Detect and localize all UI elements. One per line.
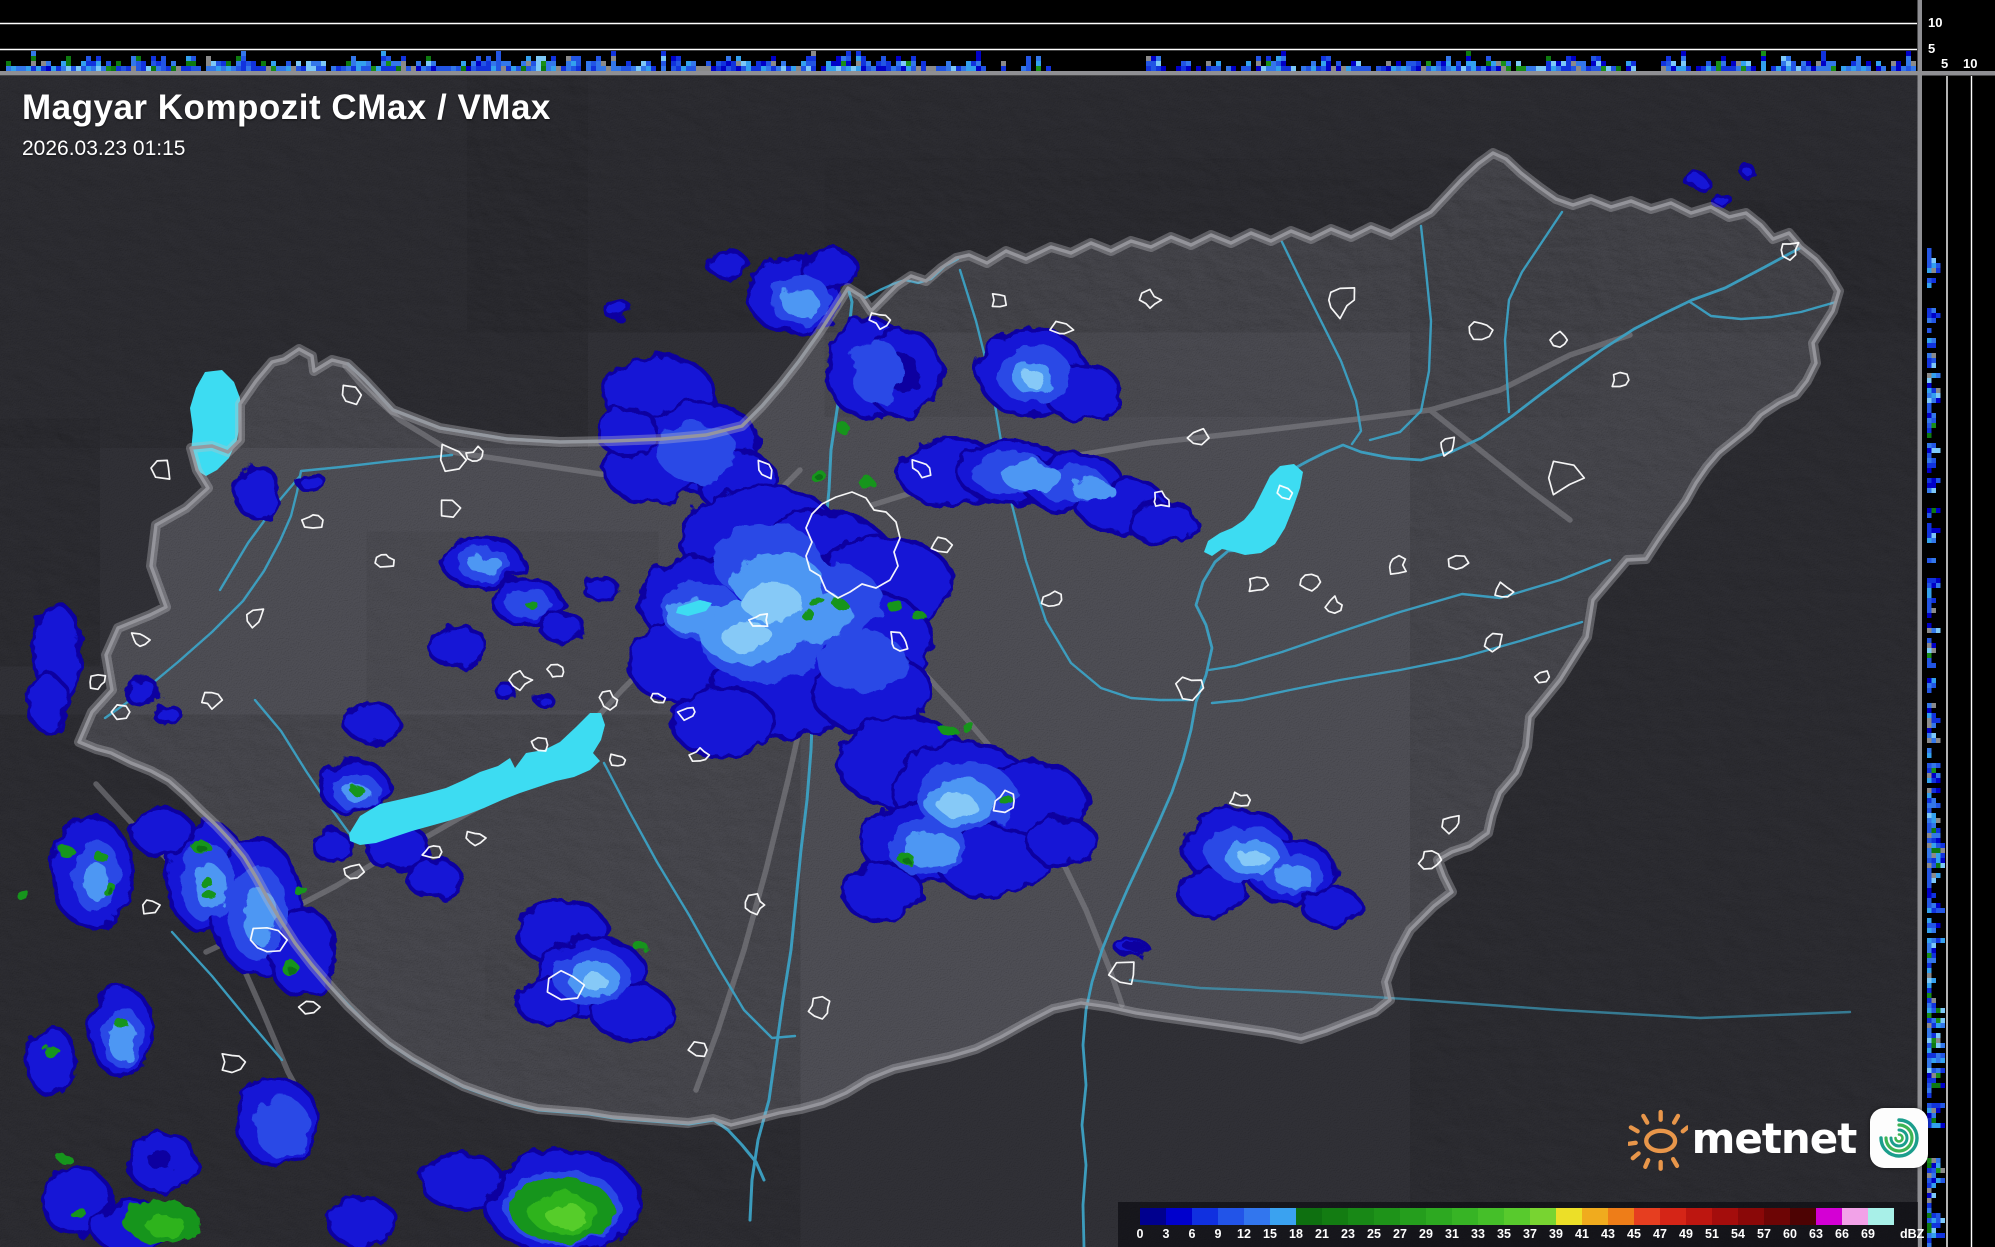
legend-cell [1608, 1208, 1634, 1225]
top-strip-separator [0, 71, 1995, 76]
legend-cell [1452, 1208, 1478, 1225]
legend-cell [1764, 1208, 1790, 1225]
legend-cell [1374, 1208, 1400, 1225]
legend-tick: 45 [1627, 1227, 1641, 1241]
metnet-logo: metnet [1628, 1096, 1928, 1180]
legend-tick: 43 [1601, 1227, 1615, 1241]
legend-cell [1218, 1208, 1244, 1225]
legend-tick: 35 [1497, 1227, 1511, 1241]
legend-tick: 29 [1419, 1227, 1433, 1241]
dbz-legend: dBZ 0 3 6 9 12 15 18 21 23 25 27 29 31 33 35 37 39 41 43 45… [1118, 1202, 1924, 1247]
brand-name: metnet [1691, 1113, 1858, 1163]
legend-cell [1504, 1208, 1530, 1225]
legend-tick: 33 [1471, 1227, 1485, 1241]
legend-cell [1582, 1208, 1608, 1225]
profile-gridlines [0, 22, 1973, 1247]
legend-tick: 57 [1757, 1227, 1771, 1241]
legend-tick: 27 [1393, 1227, 1407, 1241]
right-profile-label-10: 10 [1963, 56, 1978, 71]
sun-icon [1628, 1109, 1688, 1171]
legend-cell [1270, 1208, 1296, 1225]
legend-tick: 0 [1136, 1227, 1144, 1241]
legend-cell [1738, 1208, 1764, 1225]
title-block: Magyar Kompozit CMax / VMax 2026.03.23 0… [22, 88, 551, 161]
legend-cell [1478, 1208, 1504, 1225]
top-profile-label-10: 10 [1928, 15, 1943, 30]
top-profile-label-5: 5 [1928, 41, 1936, 56]
legend-cell [1790, 1208, 1816, 1225]
legend-cell [1816, 1208, 1842, 1225]
legend-unit-label: dBZ [1900, 1227, 1925, 1241]
legend-cell [1140, 1208, 1166, 1225]
legend-cell [1842, 1208, 1868, 1225]
legend-tick: 15 [1263, 1227, 1277, 1241]
legend-cell [1660, 1208, 1686, 1225]
legend-cell [1348, 1208, 1374, 1225]
legend-tick: 21 [1315, 1227, 1329, 1241]
legend-cell [1322, 1208, 1348, 1225]
height-profile-strips [0, 0, 1995, 1247]
radar-product-screen: Magyar Kompozit CMax / VMax 2026.03.23 0… [0, 0, 1995, 1247]
legend-tick: 9 [1214, 1227, 1222, 1241]
legend-tick: 6 [1188, 1227, 1196, 1241]
legend-cell [1192, 1208, 1218, 1225]
legend-tick: 41 [1575, 1227, 1589, 1241]
legend-tick: 31 [1445, 1227, 1459, 1241]
legend-tick: 3 [1162, 1227, 1170, 1241]
legend-tick: 23 [1341, 1227, 1355, 1241]
legend-tick: 25 [1367, 1227, 1381, 1241]
legend-cell [1556, 1208, 1582, 1225]
top-profile-strip [0, 0, 1918, 71]
legend-tick: 66 [1835, 1227, 1849, 1241]
legend-cell [1296, 1208, 1322, 1225]
legend-tick: 37 [1523, 1227, 1537, 1241]
legend-tick: 49 [1679, 1227, 1693, 1241]
legend-cell [1400, 1208, 1426, 1225]
legend-cell [1426, 1208, 1452, 1225]
legend-tick: 18 [1289, 1227, 1303, 1241]
timestamp: 2026.03.23 01:15 [22, 137, 186, 160]
legend-tick: 51 [1705, 1227, 1719, 1241]
legend-cell [1686, 1208, 1712, 1225]
legend-cell [1244, 1208, 1270, 1225]
legend-tick: 63 [1809, 1227, 1823, 1241]
legend-cell [1634, 1208, 1660, 1225]
legend-tick: 60 [1783, 1227, 1797, 1241]
right-strip-separator [1917, 0, 1922, 1247]
legend-cell [1166, 1208, 1192, 1225]
right-profile-label-5: 5 [1941, 56, 1949, 71]
metnet-app-icon [1870, 1108, 1928, 1168]
legend-tick: 12 [1237, 1227, 1251, 1241]
legend-cell [1868, 1208, 1894, 1225]
legend-cell [1712, 1208, 1738, 1225]
legend-tick: 47 [1653, 1227, 1667, 1241]
legend-tick: 54 [1731, 1227, 1745, 1241]
page-title: Magyar Kompozit CMax / VMax [22, 88, 551, 127]
legend-tick: 39 [1549, 1227, 1563, 1241]
legend-tick: 69 [1861, 1227, 1875, 1241]
spiral-icon [1879, 1118, 1919, 1158]
legend-cell [1530, 1208, 1556, 1225]
